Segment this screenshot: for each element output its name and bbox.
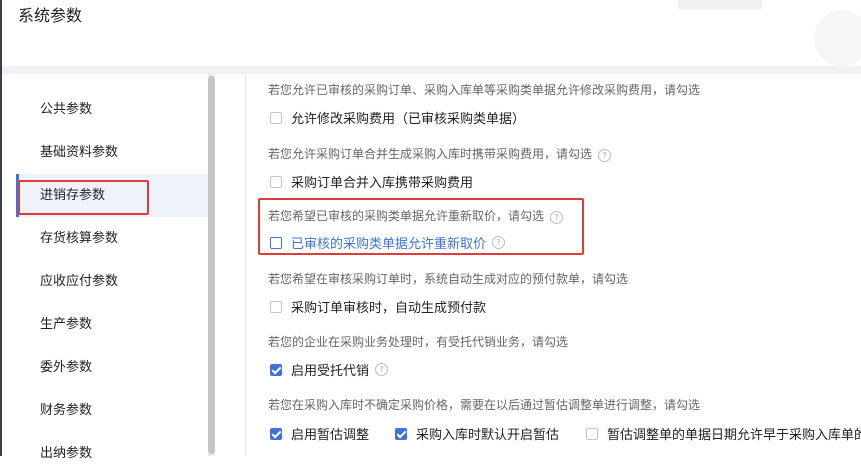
checkbox[interactable] bbox=[270, 236, 282, 249]
header-tab-decoration bbox=[678, 0, 762, 10]
checkbox[interactable] bbox=[270, 111, 282, 124]
option-reprice-approved-purchase-docs[interactable]: 已审核的采购类单据允许重新取价? bbox=[270, 233, 506, 252]
setting-description: 若您希望在审核采购订单时，系统自动生成对应的预付款单，请勾选 bbox=[268, 272, 629, 286]
sidebar-nav: 公共参数 基础资料参数 进销存参数 存货核算参数 应收应付参数 生产参数 委外参… bbox=[2, 74, 216, 461]
setting-description: 若您的企业在采购业务处理时，有受托代销业务，请勾选 bbox=[268, 335, 569, 349]
checkbox[interactable] bbox=[270, 175, 282, 188]
option-adjust-date-earlier[interactable]: 暂估调整单的单据日期允许早于采购入库单的单 bbox=[586, 424, 861, 443]
checkbox[interactable] bbox=[270, 300, 282, 313]
option-allow-modify-purchase-fee[interactable]: 允许修改采购费用（已审核采购类单据） bbox=[270, 108, 525, 127]
option-enable-consignment[interactable]: 启用受托代销? bbox=[270, 360, 389, 379]
option-default-provisional-on-receipt[interactable]: 采购入库时默认开启暂估 bbox=[395, 424, 559, 443]
sidebar-item-public-params[interactable]: 公共参数 bbox=[16, 88, 208, 131]
scrollbar-thumb[interactable] bbox=[208, 76, 215, 454]
sidebar-item-receivable-payable-params[interactable]: 应收应付参数 bbox=[16, 260, 208, 303]
option-label: 采购订单合并入库携带采购费用 bbox=[291, 176, 474, 191]
option-label: 允许修改采购费用（已审核采购类单据） bbox=[291, 112, 526, 127]
setting-description-text: 若您允许采购订单合并生成采购入库时携带采购费用，请勾选 bbox=[268, 147, 593, 161]
sidebar-item-inventory-accounting-params[interactable]: 存货核算参数 bbox=[16, 217, 208, 260]
page-title: 系统参数 bbox=[18, 6, 83, 25]
setting-description: 若您希望已审核的采购类单据允许重新取价，请勾选? bbox=[268, 207, 564, 224]
setting-description-text: 若您希望已审核的采购类单据允许重新取价，请勾选 bbox=[268, 209, 545, 223]
sidebar-item-inventory-params[interactable]: 进销存参数 bbox=[16, 174, 208, 217]
setting-description: 若您允许采购订单合并生成采购入库时携带采购费用，请勾选? bbox=[268, 145, 612, 162]
help-icon[interactable]: ? bbox=[550, 211, 564, 224]
checkbox[interactable] bbox=[586, 427, 598, 440]
sidebar-item-outsourcing-params[interactable]: 委外参数 bbox=[16, 346, 208, 389]
checkbox-checked[interactable] bbox=[270, 363, 282, 376]
sidebar-item-basic-data-params[interactable]: 基础资料参数 bbox=[16, 131, 208, 174]
option-merge-carry-purchase-fee[interactable]: 采购订单合并入库携带采购费用 bbox=[270, 172, 473, 191]
checkbox-checked[interactable] bbox=[395, 427, 407, 440]
option-enable-provisional-adjust[interactable]: 启用暂估调整 bbox=[270, 424, 369, 443]
setting-description: 若您允许已审核的采购订单、采购入库单等采购类单据允许修改采购费用，请勾选 bbox=[268, 83, 701, 97]
sidebar-item-finance-params[interactable]: 财务参数 bbox=[16, 389, 208, 432]
option-label: 启用暂估调整 bbox=[291, 428, 370, 443]
sidebar-scrollbar[interactable] bbox=[208, 74, 215, 456]
option-label: 采购订单审核时，自动生成预付款 bbox=[291, 301, 487, 316]
help-icon[interactable]: ? bbox=[492, 236, 506, 249]
header-separator bbox=[2, 66, 861, 74]
option-label: 启用受托代销 bbox=[291, 364, 370, 379]
header-decoration-circle bbox=[814, 10, 861, 66]
option-auto-generate-prepayment[interactable]: 采购订单审核时，自动生成预付款 bbox=[270, 297, 486, 316]
help-icon[interactable]: ? bbox=[598, 149, 612, 162]
header: 系统参数 bbox=[2, 0, 861, 66]
option-label: 暂估调整单的单据日期允许早于采购入库单的单 bbox=[607, 428, 861, 443]
option-label: 已审核的采购类单据允许重新取价 bbox=[291, 237, 487, 252]
checkbox-checked[interactable] bbox=[270, 427, 282, 440]
option-label: 采购入库时默认开启暂估 bbox=[416, 428, 560, 443]
sidebar-item-cashier-params[interactable]: 出纳参数 bbox=[16, 432, 208, 475]
content-gutter bbox=[216, 74, 246, 456]
setting-description: 若您在采购入库时不确定采购价格，需要在以后通过暂估调整单进行调整，请勾选 bbox=[268, 398, 701, 412]
help-icon[interactable]: ? bbox=[375, 363, 389, 376]
sidebar-item-production-params[interactable]: 生产参数 bbox=[16, 303, 208, 346]
